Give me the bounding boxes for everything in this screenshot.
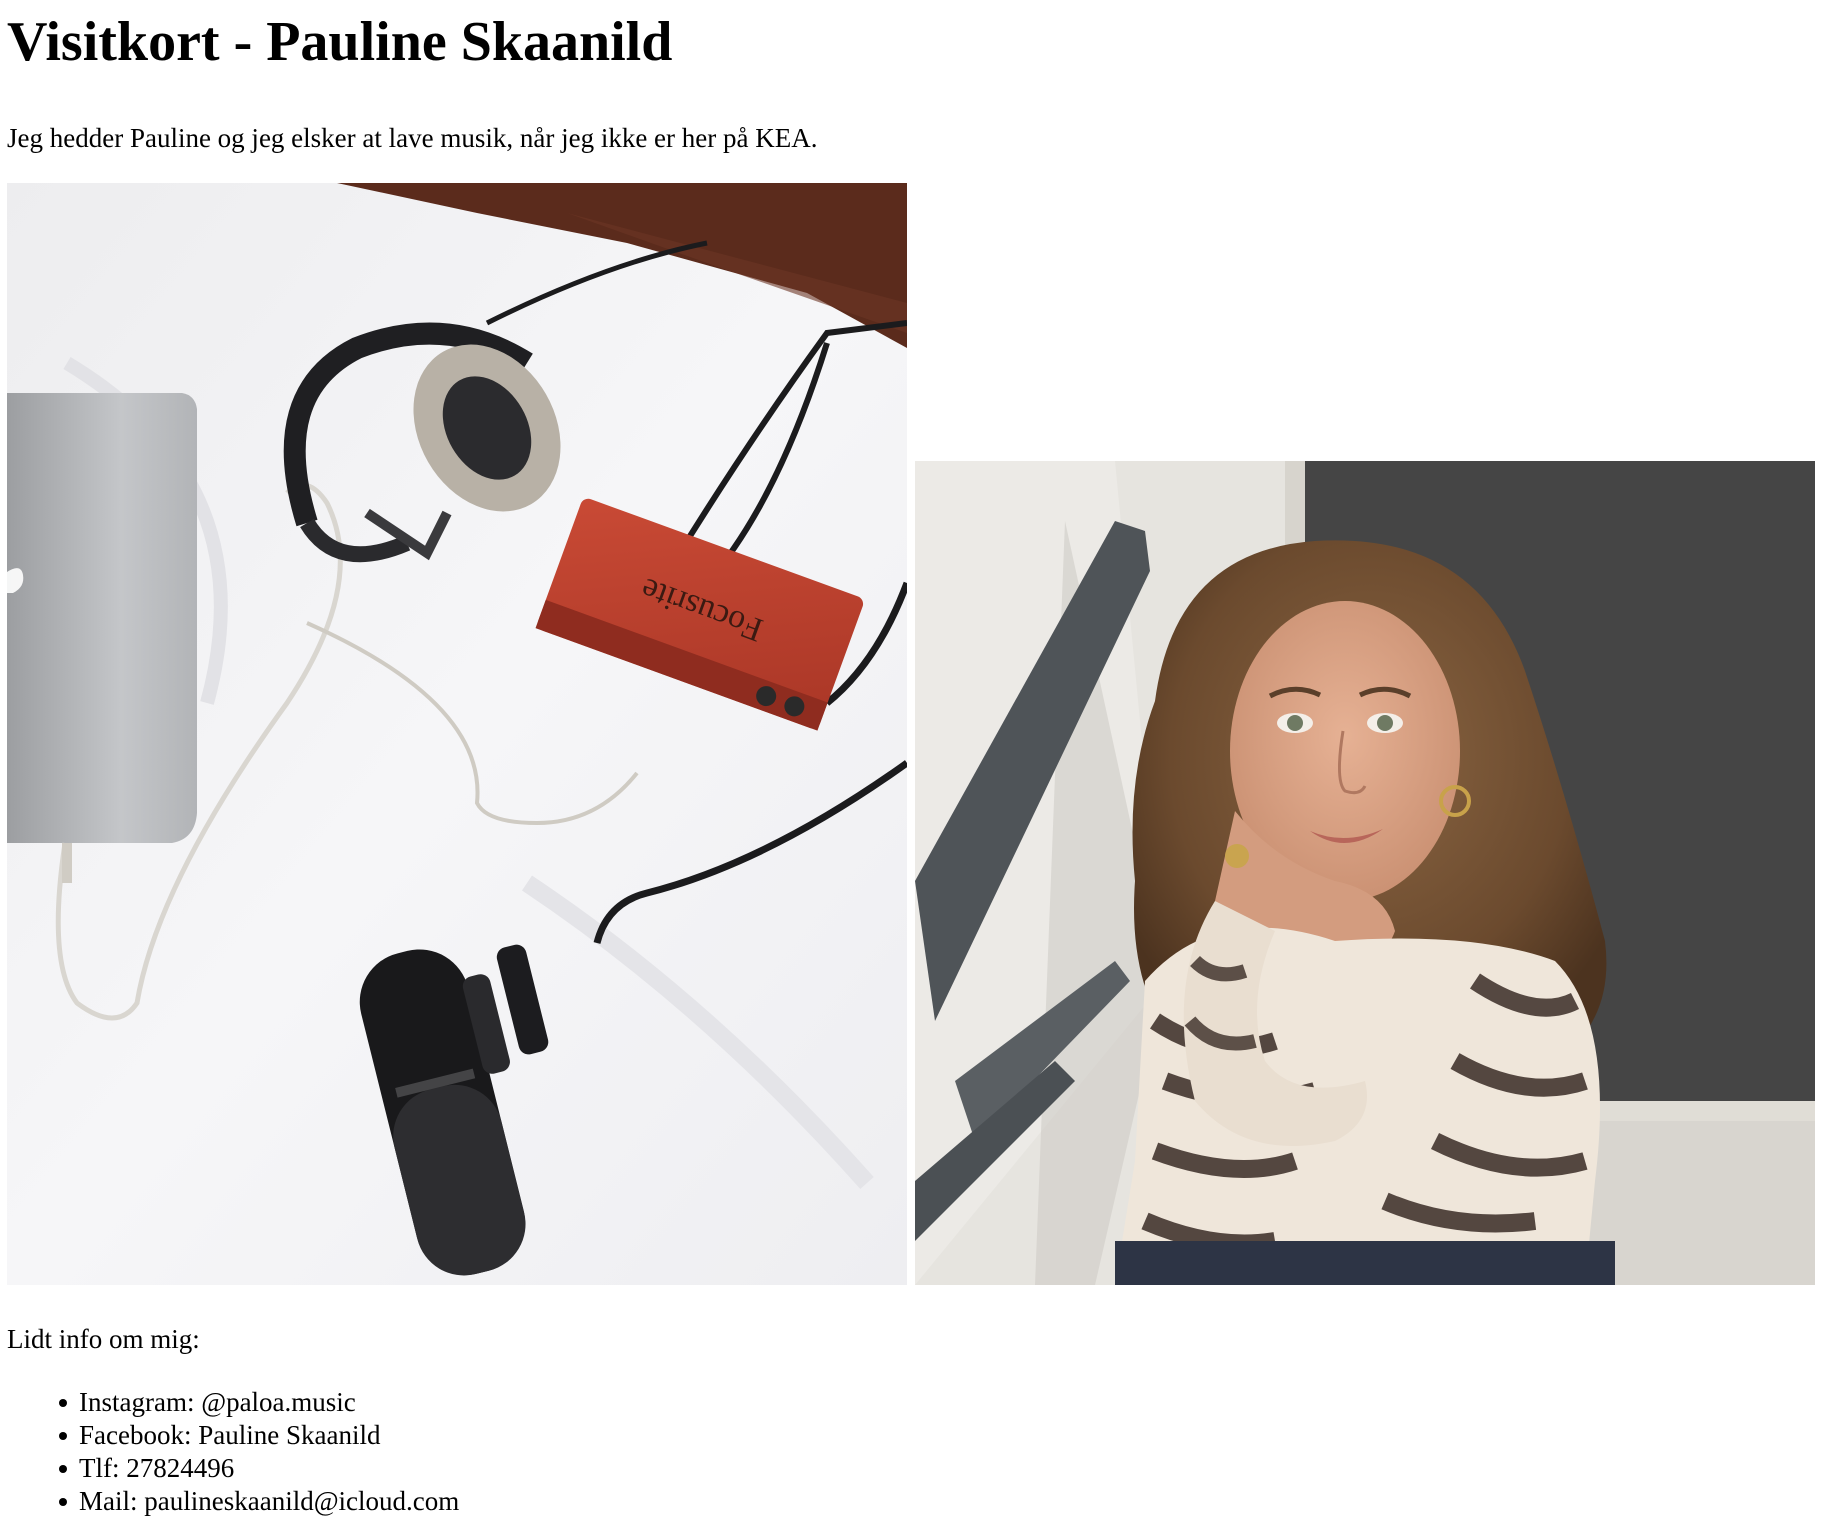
portrait-photo [915, 461, 1815, 1285]
music-setup-photo: Focusrite [7, 183, 907, 1285]
facebook-text: Facebook: Pauline Skaanild [79, 1420, 381, 1450]
page-title: Visitkort - Pauline Skaanild [7, 11, 673, 73]
bullet-icon [59, 1432, 67, 1440]
list-item-facebook: Facebook: Pauline Skaanild [59, 1419, 459, 1452]
music-setup-illustration: Focusrite [7, 183, 907, 1285]
list-item-mail: Mail: paulineskaanild@icloud.com [59, 1485, 460, 1518]
bullet-icon [59, 1399, 67, 1407]
phone-text: Tlf: 27824496 [79, 1453, 235, 1483]
intro-text: Jeg hedder Pauline og jeg elsker at lave… [7, 123, 818, 153]
portrait-illustration [915, 461, 1815, 1285]
mail-text: Mail: paulineskaanild@icloud.com [79, 1486, 460, 1516]
instagram-text: Instagram: @paloa.music [79, 1387, 356, 1417]
list-item-instagram: Instagram: @paloa.music [59, 1386, 459, 1419]
contact-info-list: Instagram: @paloa.music Facebook: Paulin… [59, 1386, 460, 1518]
bullet-icon [59, 1465, 67, 1473]
info-heading: Lidt info om mig: [7, 1324, 200, 1354]
list-item-phone: Tlf: 27824496 [59, 1452, 459, 1485]
bullet-icon [59, 1498, 67, 1506]
